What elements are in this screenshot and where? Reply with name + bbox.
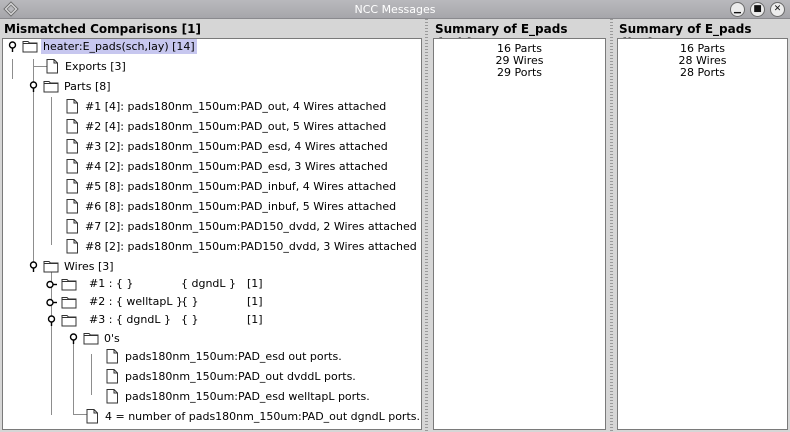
zero-item[interactable]: pads180nm_150um:PAD_esd welltapL ports.: [104, 386, 372, 406]
zero-item[interactable]: pads180nm_150um:PAD_esd out ports.: [104, 346, 344, 366]
close-button[interactable]: ✕: [770, 2, 785, 17]
wire-col3: [1]: [247, 295, 263, 308]
document-icon: [104, 348, 120, 364]
wire-id: #2 : { welltapL }: [89, 295, 183, 308]
part-item[interactable]: #5 [8]: pads180nm_150um:PAD_inbuf, 4 Wir…: [64, 176, 398, 196]
title-bar[interactable]: NCC Messages ▁ ■ ✕: [0, 0, 790, 19]
expanded-toggle-icon[interactable]: [28, 81, 39, 92]
expanded-toggle-icon[interactable]: [7, 41, 18, 52]
document-icon: [64, 158, 80, 174]
collapsed-toggle-icon[interactable]: [46, 297, 57, 308]
tree-root-node[interactable]: heater:E_pads(sch,lay) [14]: [7, 36, 197, 56]
document-icon: [64, 218, 80, 234]
zero-item-label: pads180nm_150um:PAD_esd welltapL ports.: [125, 389, 370, 403]
wire-col2: { }: [181, 313, 199, 326]
tree-item-label: 0's: [104, 331, 120, 345]
folder-icon: [61, 276, 77, 292]
lay-summary-header: Summary of E_pads {lay}: [615, 19, 790, 50]
wire-item[interactable]: [46, 310, 80, 330]
zero-item-label: pads180nm_150um:PAD_esd out ports.: [125, 349, 342, 363]
tree-item-exports[interactable]: Exports [3]: [44, 56, 128, 76]
expanded-toggle-icon[interactable]: [28, 261, 39, 272]
wire-item[interactable]: [46, 292, 80, 312]
folder-icon: [61, 294, 77, 310]
comparison-tree[interactable]: heater:E_pads(sch,lay) [14] Exports [3] …: [2, 38, 422, 430]
wire-item[interactable]: [46, 274, 80, 294]
part-item-label: #1 [4]: pads180nm_150um:PAD_out, 4 Wires…: [85, 99, 387, 113]
part-item-label: #5 [8]: pads180nm_150um:PAD_inbuf, 4 Wir…: [85, 179, 397, 193]
document-icon: [104, 368, 120, 384]
window-title: NCC Messages: [354, 3, 436, 16]
zero-item[interactable]: pads180nm_150um:PAD_out dvddL ports.: [104, 366, 358, 386]
collapsed-toggle-icon[interactable]: [46, 279, 57, 290]
document-icon: [64, 198, 80, 214]
close-icon: ✕: [773, 4, 782, 14]
folder-icon: [43, 258, 59, 274]
part-item[interactable]: #6 [8]: pads180nm_150um:PAD_inbuf, 5 Wir…: [64, 196, 398, 216]
expanded-toggle-icon[interactable]: [46, 315, 57, 326]
tree-root-label: heater:E_pads(sch,lay) [14]: [41, 38, 197, 54]
document-icon: [64, 178, 80, 194]
summary-line-item[interactable]: 4 = number of pads180nm_150um:PAD_out dg…: [84, 406, 422, 426]
part-item-label: #3 [2]: pads180nm_150um:PAD_esd, 4 Wires…: [85, 139, 388, 153]
folder-icon: [43, 78, 59, 94]
wire-item-columns: #2 : { welltapL } { } [1]: [89, 292, 263, 312]
folder-icon: [61, 312, 77, 328]
maximize-button[interactable]: ■: [750, 2, 765, 17]
wire-col2: { dgndL }: [181, 277, 237, 290]
part-item-label: #4 [2]: pads180nm_150um:PAD_esd, 3 Wires…: [85, 159, 388, 173]
document-icon: [64, 98, 80, 114]
tree-item-parts[interactable]: Parts [8]: [28, 76, 113, 96]
sch-summary-body: 16 Parts 29 Wires 29 Ports: [433, 38, 606, 430]
document-icon: [84, 408, 100, 424]
tree-item-zeros[interactable]: 0's: [68, 328, 122, 348]
part-item-label: #6 [8]: pads180nm_150um:PAD_inbuf, 5 Wir…: [85, 199, 397, 213]
wire-col3: [1]: [247, 313, 263, 326]
mismatched-comparisons-pane: Mismatched Comparisons [1] heater:E_pads…: [0, 19, 422, 432]
part-item-label: #8 [2]: pads180nm_150um:PAD150_dvdd, 3 W…: [85, 239, 417, 253]
part-item-label: #2 [4]: pads180nm_150um:PAD_out, 5 Wires…: [85, 119, 387, 133]
folder-icon: [22, 38, 38, 54]
document-icon: [64, 118, 80, 134]
part-item[interactable]: #2 [4]: pads180nm_150um:PAD_out, 5 Wires…: [64, 116, 388, 136]
part-item[interactable]: #1 [4]: pads180nm_150um:PAD_out, 4 Wires…: [64, 96, 388, 116]
minimize-button[interactable]: ▁: [730, 2, 745, 17]
lay-summary-pane: Summary of E_pads {lay} 16 Parts 28 Wire…: [615, 19, 790, 432]
part-item[interactable]: #8 [2]: pads180nm_150um:PAD150_dvdd, 3 W…: [64, 236, 419, 256]
pane-splitter[interactable]: [608, 19, 615, 432]
pane-splitter[interactable]: [423, 19, 430, 432]
part-item-label: #7 [2]: pads180nm_150um:PAD150_dvdd, 2 W…: [85, 219, 417, 233]
summary-line-label: 4 = number of pads180nm_150um:PAD_out dg…: [105, 409, 420, 423]
wire-item-columns: #1 : { } { dgndL } [1]: [89, 274, 263, 294]
lay-summary-body: 16 Parts 28 Wires 28 Ports: [617, 38, 788, 430]
lay-ports-count: 28 Ports: [679, 66, 726, 79]
wire-col2: { }: [181, 295, 199, 308]
expanded-toggle-icon[interactable]: [68, 333, 79, 344]
part-item[interactable]: #7 [2]: pads180nm_150um:PAD150_dvdd, 2 W…: [64, 216, 419, 236]
document-icon: [104, 388, 120, 404]
minimize-icon: ▁: [734, 4, 741, 14]
part-item[interactable]: #3 [2]: pads180nm_150um:PAD_esd, 4 Wires…: [64, 136, 390, 156]
tree-item-label: Parts [8]: [64, 79, 111, 93]
document-icon: [64, 138, 80, 154]
wire-col3: [1]: [247, 277, 263, 290]
sch-summary-header: Summary of E_pads {sch}: [431, 19, 608, 50]
wire-id: #3 : { dgndL }: [89, 313, 171, 326]
maximize-icon: ■: [753, 4, 762, 14]
tree-item-wires[interactable]: Wires [3]: [28, 256, 116, 276]
document-icon: [44, 58, 60, 74]
document-icon: [64, 238, 80, 254]
sch-summary-pane: Summary of E_pads {sch} 16 Parts 29 Wire…: [431, 19, 608, 432]
zero-item-label: pads180nm_150um:PAD_out dvddL ports.: [125, 369, 356, 383]
tree-item-label: Exports [3]: [65, 59, 126, 73]
folder-icon: [83, 330, 99, 346]
part-item[interactable]: #4 [2]: pads180nm_150um:PAD_esd, 3 Wires…: [64, 156, 390, 176]
sch-ports-count: 29 Ports: [496, 66, 543, 79]
tree-item-label: Wires [3]: [64, 259, 114, 273]
wire-id: #1 : { }: [89, 277, 134, 290]
wire-item-columns: #3 : { dgndL } { } [1]: [89, 310, 263, 330]
